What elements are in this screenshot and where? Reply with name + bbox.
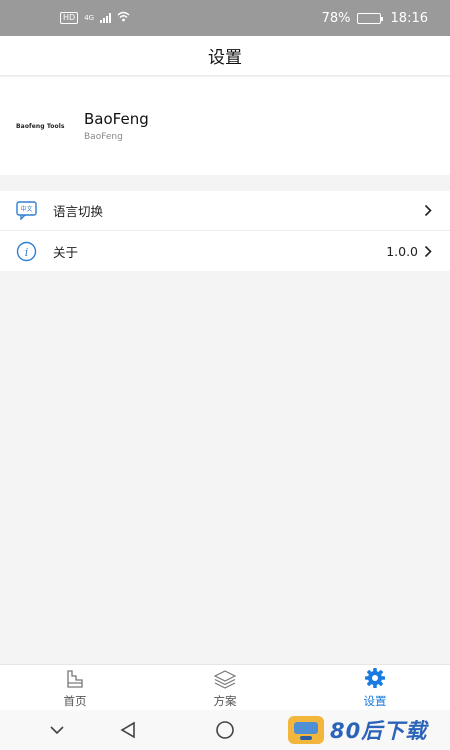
svg-text:中文: 中文 <box>20 205 32 213</box>
profile-subtitle: BaoFeng <box>84 132 123 142</box>
language-icon: 中文 <box>16 200 37 221</box>
settings-item-about[interactable]: i 关于 1.0.0 <box>0 231 450 271</box>
watermark: 80后下载 <box>288 715 427 745</box>
bottom-nav: 首页 方案 设置 <box>0 664 450 710</box>
hd-badge: HD <box>60 12 79 24</box>
battery-percent: 78% <box>321 10 351 26</box>
status-bar: HD 4G 78% 18:16 <box>0 0 450 36</box>
svg-text:i: i <box>25 246 29 259</box>
wifi-icon <box>117 11 130 25</box>
chevron-right-icon <box>422 244 434 258</box>
chevron-right-icon <box>422 204 434 218</box>
tab-label: 设置 <box>363 693 387 708</box>
settings-item-label: 语言切换 <box>53 204 104 219</box>
tab-home[interactable]: 首页 <box>25 667 125 709</box>
page-title: 设置 <box>208 48 242 68</box>
tab-label: 方案 <box>213 693 237 708</box>
tab-settings[interactable]: 设置 <box>325 667 425 709</box>
version-value: 1.0.0 <box>386 243 418 259</box>
settings-list: 中文 语言切换 i 关于 1.0.0 <box>0 191 450 271</box>
profile-name: BaoFeng <box>84 110 149 128</box>
profile-text: BaoFeng BaoFeng <box>84 110 149 142</box>
tab-plans[interactable]: 方案 <box>175 667 275 709</box>
home-button-icon[interactable] <box>210 715 240 745</box>
app-header: 设置 <box>0 36 450 76</box>
back-icon[interactable] <box>113 715 143 745</box>
network-type-label: 4G <box>84 14 95 22</box>
status-left: HD 4G <box>60 11 130 25</box>
watermark-text: 80后下载 <box>330 719 428 743</box>
settings-item-label: 关于 <box>53 244 79 260</box>
watermark-logo-icon <box>288 716 324 744</box>
signal-icon <box>100 13 112 23</box>
layers-icon <box>213 667 237 689</box>
profile-card[interactable]: Baofeng Tools BaoFeng BaoFeng <box>0 77 450 175</box>
tab-label: 首页 <box>63 693 87 708</box>
battery-icon <box>356 12 383 24</box>
home-icon <box>65 667 85 689</box>
clock: 18:16 <box>390 10 428 26</box>
info-icon: i <box>16 241 37 262</box>
status-right: 78% 18:16 <box>322 11 428 26</box>
settings-item-language[interactable]: 中文 语言切换 <box>0 191 450 231</box>
collapse-chevron-icon[interactable] <box>42 715 72 745</box>
gear-icon <box>364 667 386 689</box>
app-logo: Baofeng Tools <box>16 122 65 130</box>
